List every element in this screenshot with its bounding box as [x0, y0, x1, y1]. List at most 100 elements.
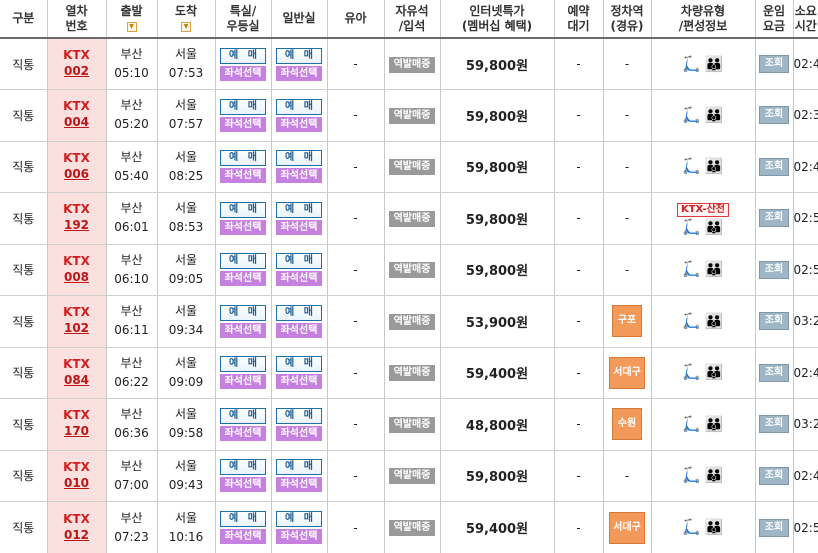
arrival-station: 서울 — [175, 98, 197, 112]
general-seat-select-button[interactable]: 좌석선택 — [276, 220, 322, 235]
train-number-link[interactable]: 004 — [48, 114, 106, 131]
bicycle-icon[interactable]: 🛴 — [682, 416, 701, 432]
fare-query-button[interactable]: 조회 — [759, 467, 789, 485]
stop-value[interactable]: 서대구 — [609, 357, 645, 389]
special-seat-select-button[interactable]: 좌석선택 — [220, 117, 266, 132]
general-reserve-button[interactable]: 예 매 — [276, 408, 322, 424]
stop-value[interactable]: 서대구 — [609, 512, 645, 544]
special-reserve-button[interactable]: 예 매 — [220, 356, 266, 372]
general-seat-select-button[interactable]: 좌석선택 — [276, 168, 322, 183]
special-reserve-button[interactable]: 예 매 — [220, 99, 266, 115]
general-reserve-button[interactable]: 예 매 — [276, 99, 322, 115]
family-icon[interactable]: 👪 — [705, 519, 724, 535]
special-seat-select-button[interactable]: 좌석선택 — [220, 323, 266, 338]
general-reserve-button[interactable]: 예 매 — [276, 48, 322, 64]
bicycle-icon[interactable]: 🛴 — [682, 107, 701, 123]
departure-station: 부산 — [120, 253, 142, 267]
family-icon[interactable]: 👪 — [705, 158, 724, 174]
special-seat-select-button[interactable]: 좌석선택 — [220, 426, 266, 441]
general-seat-select-button[interactable]: 좌석선택 — [276, 374, 322, 389]
special-reserve-button[interactable]: 예 매 — [220, 511, 266, 527]
fare-query-button[interactable]: 조회 — [759, 415, 789, 433]
stop-value[interactable]: - — [625, 211, 629, 225]
fare-query-button[interactable]: 조회 — [759, 364, 789, 382]
bicycle-icon[interactable]: 🛴 — [682, 519, 701, 535]
general-reserve-button[interactable]: 예 매 — [276, 150, 322, 166]
train-number-link[interactable]: 012 — [48, 527, 106, 544]
fare-query-button[interactable]: 조회 — [759, 209, 789, 227]
stop-value[interactable]: - — [625, 469, 629, 483]
family-icon[interactable]: 👪 — [705, 416, 724, 432]
general-reserve-button[interactable]: 예 매 — [276, 253, 322, 269]
family-icon[interactable]: 👪 — [705, 364, 724, 380]
bicycle-icon[interactable]: 🛴 — [682, 158, 701, 174]
train-number-link[interactable]: 170 — [48, 423, 106, 440]
stop-value[interactable]: - — [625, 160, 629, 174]
train-number-link[interactable]: 084 — [48, 372, 106, 389]
special-seat-select-button[interactable]: 좌석선택 — [220, 529, 266, 544]
special-reserve-button[interactable]: 예 매 — [220, 253, 266, 269]
general-seat-select-button[interactable]: 좌석선택 — [276, 426, 322, 441]
sort-icon[interactable]: ▼ — [127, 22, 137, 32]
train-type: 직통 — [0, 399, 47, 451]
special-seat-select-button[interactable]: 좌석선택 — [220, 374, 266, 389]
special-reserve-button[interactable]: 예 매 — [220, 459, 266, 475]
general-reserve-button[interactable]: 예 매 — [276, 511, 322, 527]
fare-query-button[interactable]: 조회 — [759, 106, 789, 124]
bicycle-icon[interactable]: 🛴 — [682, 261, 701, 277]
family-icon[interactable]: 👪 — [705, 467, 724, 483]
family-icon[interactable]: 👪 — [705, 219, 724, 235]
general-reserve-button[interactable]: 예 매 — [276, 305, 322, 321]
general-reserve-button[interactable]: 예 매 — [276, 202, 322, 218]
stop-value[interactable]: - — [625, 263, 629, 277]
special-seat-select-button[interactable]: 좌석선택 — [220, 271, 266, 286]
vehicle-cell: 🛴 👪 — [651, 38, 755, 90]
station-sale-badge: 역발매중 — [389, 314, 435, 330]
special-seat-select-button[interactable]: 좌석선택 — [220, 66, 266, 81]
train-number-link[interactable]: 102 — [48, 320, 106, 337]
general-seat-select-button[interactable]: 좌석선택 — [276, 271, 322, 286]
general-seat-select-button[interactable]: 좌석선택 — [276, 66, 322, 81]
stop-value[interactable]: - — [625, 57, 629, 71]
family-icon[interactable]: 👪 — [705, 56, 724, 72]
special-seat-select-button[interactable]: 좌석선택 — [220, 477, 266, 492]
family-icon[interactable]: 👪 — [705, 313, 724, 329]
train-number-cell: KTX 006 — [47, 141, 106, 193]
general-seat-select-button[interactable]: 좌석선택 — [276, 323, 322, 338]
general-reserve-button[interactable]: 예 매 — [276, 459, 322, 475]
general-seat-select-button[interactable]: 좌석선택 — [276, 529, 322, 544]
stops-cell: 서대구 — [603, 502, 651, 553]
stop-value[interactable]: 구포 — [612, 305, 642, 337]
bicycle-icon[interactable]: 🛴 — [682, 219, 701, 235]
fare-query-button[interactable]: 조회 — [759, 312, 789, 330]
special-reserve-button[interactable]: 예 매 — [220, 48, 266, 64]
special-reserve-button[interactable]: 예 매 — [220, 150, 266, 166]
bicycle-icon[interactable]: 🛴 — [682, 364, 701, 380]
train-number-link[interactable]: 006 — [48, 166, 106, 183]
family-icon[interactable]: 👪 — [705, 261, 724, 277]
bicycle-icon[interactable]: 🛴 — [682, 56, 701, 72]
train-number-link[interactable]: 192 — [48, 217, 106, 234]
general-reserve-button[interactable]: 예 매 — [276, 356, 322, 372]
general-seat-select-button[interactable]: 좌석선택 — [276, 477, 322, 492]
special-reserve-button[interactable]: 예 매 — [220, 305, 266, 321]
fare-query-button[interactable]: 조회 — [759, 55, 789, 73]
fare-query-button[interactable]: 조회 — [759, 261, 789, 279]
sort-icon[interactable]: ▼ — [181, 22, 191, 32]
special-seat-select-button[interactable]: 좌석선택 — [220, 168, 266, 183]
special-seat-select-button[interactable]: 좌석선택 — [220, 220, 266, 235]
header-arrival: 도착▼ — [157, 0, 215, 38]
stop-value[interactable]: - — [625, 108, 629, 122]
bicycle-icon[interactable]: 🛴 — [682, 313, 701, 329]
bicycle-icon[interactable]: 🛴 — [682, 467, 701, 483]
train-number-link[interactable]: 002 — [48, 63, 106, 80]
fare-query-button[interactable]: 조회 — [759, 158, 789, 176]
special-reserve-button[interactable]: 예 매 — [220, 408, 266, 424]
family-icon[interactable]: 👪 — [705, 107, 724, 123]
train-number-link[interactable]: 008 — [48, 269, 106, 286]
train-number-link[interactable]: 010 — [48, 475, 106, 492]
stop-value[interactable]: 수원 — [612, 408, 642, 440]
fare-query-button[interactable]: 조회 — [759, 519, 789, 537]
general-seat-select-button[interactable]: 좌석선택 — [276, 117, 322, 132]
special-reserve-button[interactable]: 예 매 — [220, 202, 266, 218]
